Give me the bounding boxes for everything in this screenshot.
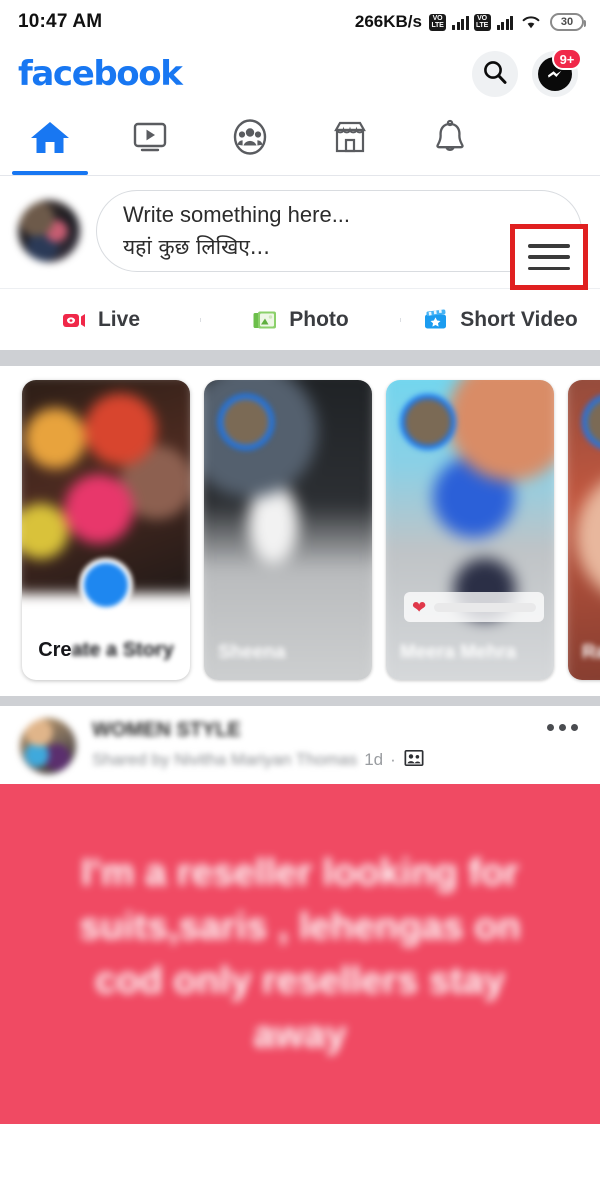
- post-background-card: I'm a reseller looking for suits,saris ,…: [0, 784, 600, 1124]
- tab-notifications[interactable]: [400, 104, 500, 175]
- photo-button[interactable]: Photo: [200, 306, 400, 334]
- tab-home[interactable]: [0, 104, 100, 175]
- short-video-button[interactable]: Short Video: [400, 306, 600, 334]
- post-header: WOMEN STYLE Shared by Nivitha Mariyan Th…: [0, 706, 600, 784]
- navigation-tabs: [0, 104, 600, 290]
- feed-post: WOMEN STYLE Shared by Nivitha Mariyan Th…: [0, 706, 600, 1124]
- short-video-label: Short Video: [460, 307, 578, 331]
- separator-dot: ·: [390, 750, 396, 769]
- create-story-label: Create a Story: [38, 639, 174, 661]
- app-header: facebook 9+: [0, 44, 600, 104]
- wifi-icon: [521, 14, 541, 30]
- live-button[interactable]: Live: [0, 306, 200, 334]
- messenger-badge: 9+: [552, 48, 582, 70]
- search-button[interactable]: [472, 51, 518, 97]
- story-sticker: ❤: [404, 592, 544, 622]
- post-text: I'm a reseller looking for suits,saris ,…: [79, 852, 521, 1056]
- marketplace-icon: [328, 117, 372, 162]
- tab-watch[interactable]: [100, 104, 200, 175]
- stories-tray[interactable]: Create a Story Sheena ❤ Meera Mehra Ram: [0, 366, 600, 696]
- more-options-icon[interactable]: [547, 724, 578, 731]
- story-author-name: Sheena: [218, 642, 286, 663]
- story-card[interactable]: Ram: [568, 380, 600, 680]
- sticker-bar: [434, 602, 536, 612]
- post-subtitle: Shared by Nivitha Mariyan Thomas 1d ·: [92, 747, 531, 774]
- facebook-logo[interactable]: facebook: [18, 54, 183, 94]
- home-icon: [27, 117, 73, 162]
- create-story-plus-icon: [79, 558, 133, 612]
- user-avatar[interactable]: [18, 200, 80, 262]
- story-author-name: Meera Mehra: [400, 642, 517, 663]
- network-speed-text: 266KB/s: [354, 12, 422, 31]
- tab-groups[interactable]: [200, 104, 300, 175]
- signal-bars-icon-1: [452, 15, 469, 30]
- group-members-icon[interactable]: [403, 747, 425, 774]
- tab-marketplace[interactable]: [300, 104, 400, 175]
- composer-placeholder-en: Write something here...: [123, 202, 351, 227]
- status-time: 10:47 AM: [18, 11, 103, 32]
- volte-icon-1: VO LTE: [429, 13, 446, 31]
- active-tab-underline: [12, 171, 88, 175]
- section-divider-top: [0, 350, 600, 366]
- story-card[interactable]: ❤ Meera Mehra: [386, 380, 554, 680]
- tab-menu[interactable]: [500, 104, 600, 175]
- create-story-card[interactable]: Create a Story: [22, 380, 190, 680]
- post-shared-by: Shared by Nivitha Mariyan Thomas: [92, 750, 358, 769]
- search-icon: [481, 58, 509, 91]
- photo-label: Photo: [289, 307, 349, 331]
- hamburger-menu-icon: [528, 244, 570, 270]
- status-bar: 10:47 AM 266KB/s VO LTE VO LTE 30: [0, 0, 600, 44]
- status-indicators: 266KB/s VO LTE VO LTE 30: [354, 12, 586, 32]
- bell-icon: [429, 116, 471, 163]
- battery-level: 30: [560, 16, 574, 28]
- story-author-name: Ram: [582, 642, 600, 663]
- signal-bars-icon-2: [496, 15, 513, 30]
- story-card[interactable]: Sheena: [204, 380, 372, 680]
- live-label: Live: [97, 307, 141, 331]
- post-timestamp: 1d: [364, 750, 384, 769]
- groups-icon: [227, 116, 273, 163]
- post-author-name[interactable]: WOMEN STYLE: [92, 719, 241, 742]
- short-video-icon: [422, 306, 450, 334]
- story-author-avatar: [400, 394, 456, 450]
- post-meta: WOMEN STYLE Shared by Nivitha Mariyan Th…: [92, 719, 531, 774]
- menu-button-highlight[interactable]: [510, 224, 588, 290]
- composer-placeholder-hi: यहां कुछ लिखिए...: [123, 235, 270, 259]
- photo-icon: [251, 306, 279, 334]
- post-author-avatar[interactable]: [20, 718, 76, 774]
- heart-icon: ❤: [412, 597, 427, 617]
- volte-icon-2: VO LTE: [473, 13, 491, 31]
- story-author-avatar: [218, 394, 274, 450]
- video-play-icon: [127, 117, 173, 162]
- messenger-button[interactable]: 9+: [532, 48, 582, 97]
- composer-actions: Live Photo Short Video: [0, 288, 600, 350]
- section-divider-bottom: [0, 696, 600, 706]
- live-video-icon: [60, 306, 88, 334]
- battery-icon: 30: [550, 13, 586, 31]
- header-actions: 9+: [472, 48, 582, 97]
